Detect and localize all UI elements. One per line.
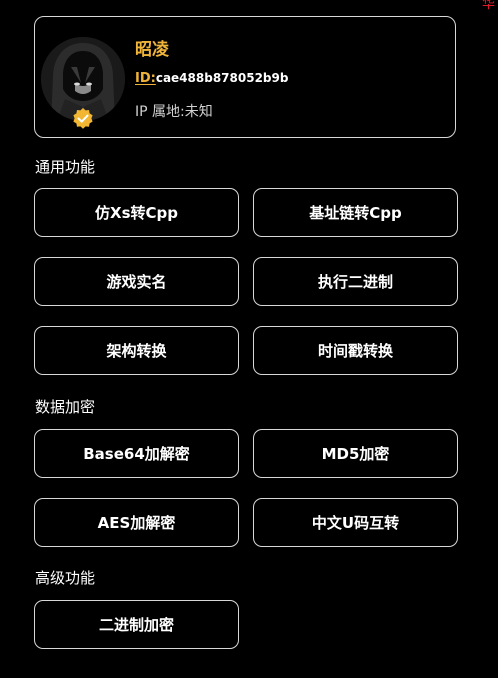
md5-encrypt-button[interactable]: MD5加密 xyxy=(253,429,458,478)
section-title-general: 通用功能 xyxy=(35,158,96,176)
user-ip-location: IP 属地:未知 xyxy=(135,104,213,120)
arch-convert-button[interactable]: 架构转换 xyxy=(34,326,239,375)
section-title-advanced: 高级功能 xyxy=(35,569,96,587)
timestamp-convert-button[interactable]: 时间戳转换 xyxy=(253,326,458,375)
user-name: 昭凌 xyxy=(135,40,169,60)
execute-binary-button[interactable]: 执行二进制 xyxy=(253,257,458,306)
user-id-label: ID: xyxy=(135,71,156,86)
avatar-wrap xyxy=(41,37,127,129)
base-chain-to-cpp-button[interactable]: 基址链转Cpp xyxy=(253,188,458,237)
game-real-name-button[interactable]: 游戏实名 xyxy=(34,257,239,306)
section-title-encryption: 数据加密 xyxy=(35,398,96,416)
chinese-unicode-convert-button[interactable]: 中文U码互转 xyxy=(253,498,458,547)
xs-to-cpp-button[interactable]: 仿Xs转Cpp xyxy=(34,188,239,237)
corner-mark: 华 xyxy=(481,0,495,12)
user-id-value[interactable]: cae488b878052b9b xyxy=(156,71,289,85)
aes-codec-button[interactable]: AES加解密 xyxy=(34,498,239,547)
base64-codec-button[interactable]: Base64加解密 xyxy=(34,429,239,478)
page: 华 昭凌 ID:cae488b878052b9b IP 属地:未知 通用功能 仿… xyxy=(0,0,498,678)
binary-encrypt-button[interactable]: 二进制加密 xyxy=(34,600,239,649)
user-id: ID:cae488b878052b9b xyxy=(135,71,288,86)
verified-badge-icon xyxy=(71,107,95,131)
profile-card[interactable]: 昭凌 ID:cae488b878052b9b IP 属地:未知 xyxy=(34,16,456,138)
